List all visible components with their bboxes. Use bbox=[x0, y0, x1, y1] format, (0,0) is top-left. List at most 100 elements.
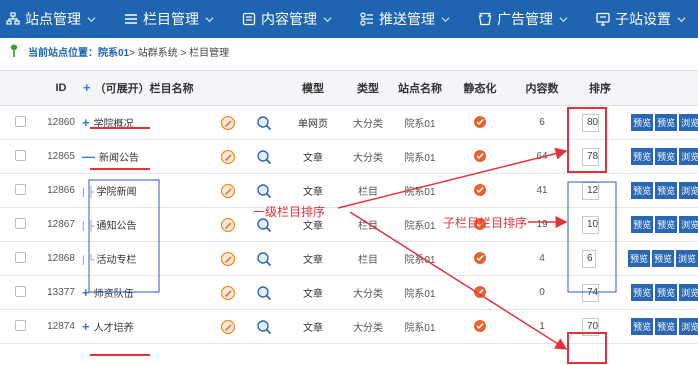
sort-input[interactable]: 80 bbox=[582, 113, 600, 132]
action-button[interactable]: 预览 bbox=[655, 182, 678, 199]
row-name[interactable]: — 新闻公告 bbox=[82, 139, 210, 174]
row-site[interactable]: 院系01 bbox=[392, 105, 448, 140]
edit-icon[interactable] bbox=[220, 115, 236, 131]
search-icon[interactable] bbox=[256, 149, 272, 165]
row-checkbox[interactable] bbox=[14, 217, 26, 229]
row-view[interactable] bbox=[246, 241, 282, 276]
row-site[interactable]: 院系01 bbox=[392, 275, 448, 310]
row-select[interactable] bbox=[0, 275, 40, 310]
row-site[interactable]: 院系01 bbox=[392, 309, 448, 344]
nav-push-management[interactable]: 推送管理 bbox=[360, 9, 450, 29]
action-button[interactable]: 浏览 bbox=[679, 318, 698, 335]
row-site[interactable]: 院系01 bbox=[392, 241, 448, 276]
action-button[interactable]: 预览 bbox=[655, 148, 678, 165]
sort-input[interactable]: 74 bbox=[582, 283, 600, 302]
row-edit[interactable] bbox=[210, 275, 246, 310]
edit-icon[interactable] bbox=[220, 183, 236, 199]
row-select[interactable] bbox=[0, 207, 40, 242]
row-select[interactable] bbox=[0, 105, 40, 140]
row-edit[interactable] bbox=[210, 139, 246, 174]
row-view[interactable] bbox=[246, 309, 282, 344]
row-edit[interactable] bbox=[210, 309, 246, 344]
action-button[interactable]: 预览 bbox=[631, 318, 654, 335]
row-view[interactable] bbox=[246, 275, 282, 310]
action-button[interactable]: 预览 bbox=[655, 284, 678, 301]
row-name[interactable]: + 学院概况 bbox=[82, 105, 210, 140]
expand-icon[interactable]: + bbox=[82, 285, 90, 300]
nav-subsite-settings[interactable]: 子站设置 bbox=[596, 9, 686, 29]
row-view[interactable] bbox=[246, 105, 282, 140]
action-button[interactable]: 浏览 bbox=[679, 182, 698, 199]
column-name[interactable]: 通知公告 bbox=[96, 221, 136, 232]
row-name[interactable]: + 人才培养 bbox=[82, 309, 210, 344]
edit-icon[interactable] bbox=[220, 285, 236, 301]
row-select[interactable] bbox=[0, 173, 40, 208]
action-button[interactable]: 浏览 bbox=[679, 216, 698, 233]
expand-icon[interactable]: + bbox=[82, 115, 90, 130]
sort-input[interactable]: 78 bbox=[582, 147, 600, 166]
action-button[interactable]: 预览 bbox=[631, 216, 654, 233]
row-site[interactable]: 院系01 bbox=[392, 139, 448, 174]
action-button[interactable]: 预览 bbox=[655, 216, 678, 233]
expand-icon[interactable]: + bbox=[82, 319, 90, 334]
edit-icon[interactable] bbox=[220, 251, 236, 267]
row-edit[interactable] bbox=[210, 241, 246, 276]
column-name[interactable]: 师资队伍 bbox=[94, 289, 134, 300]
search-icon[interactable] bbox=[256, 251, 272, 267]
column-name[interactable]: 学院新闻 bbox=[96, 187, 136, 198]
nav-content-management[interactable]: 内容管理 bbox=[242, 9, 332, 29]
expand-all-icon[interactable]: + bbox=[83, 80, 91, 95]
action-button[interactable]: 预览 bbox=[651, 250, 674, 267]
row-name[interactable]: | └ 活动专栏 bbox=[82, 241, 210, 276]
header-name[interactable]: + （可展开）栏目名称 bbox=[82, 70, 210, 106]
row-checkbox[interactable] bbox=[14, 285, 26, 297]
search-icon[interactable] bbox=[256, 183, 272, 199]
nav-column-management[interactable]: 栏目管理 bbox=[124, 9, 214, 29]
search-icon[interactable] bbox=[256, 319, 272, 335]
row-checkbox[interactable] bbox=[14, 183, 26, 195]
column-name[interactable]: 人才培养 bbox=[94, 323, 134, 334]
action-button[interactable]: 预览 bbox=[631, 284, 654, 301]
nav-site-management[interactable]: 站点管理 bbox=[6, 9, 96, 29]
action-button[interactable]: 浏览 bbox=[679, 284, 698, 301]
sort-input[interactable]: 10 bbox=[582, 215, 600, 234]
action-button[interactable]: 浏览 bbox=[679, 114, 698, 131]
collapse-icon[interactable]: — bbox=[82, 149, 95, 164]
row-edit[interactable] bbox=[210, 105, 246, 140]
row-edit[interactable] bbox=[210, 173, 246, 208]
action-button[interactable]: 预览 bbox=[631, 114, 654, 131]
edit-icon[interactable] bbox=[220, 149, 236, 165]
row-site[interactable]: 院系01 bbox=[392, 207, 448, 242]
search-icon[interactable] bbox=[256, 115, 272, 131]
sort-input[interactable]: 12 bbox=[582, 181, 600, 200]
action-button[interactable]: 预览 bbox=[655, 114, 678, 131]
row-checkbox[interactable] bbox=[14, 251, 26, 263]
sort-input[interactable]: 6 bbox=[582, 249, 596, 268]
row-checkbox[interactable] bbox=[14, 149, 26, 161]
action-button[interactable]: 预览 bbox=[655, 318, 678, 335]
column-name[interactable]: 新闻公告 bbox=[99, 153, 139, 164]
row-checkbox[interactable] bbox=[14, 115, 26, 127]
column-name[interactable]: 学院概况 bbox=[94, 119, 134, 130]
row-select[interactable] bbox=[0, 241, 40, 276]
sort-input[interactable]: 70 bbox=[582, 317, 600, 336]
row-edit[interactable] bbox=[210, 207, 246, 242]
edit-icon[interactable] bbox=[220, 217, 236, 233]
row-name[interactable]: + 师资队伍 bbox=[82, 275, 210, 310]
edit-icon[interactable] bbox=[220, 319, 236, 335]
search-icon[interactable] bbox=[256, 285, 272, 301]
action-button[interactable]: 浏览 bbox=[679, 148, 698, 165]
action-button[interactable]: 浏览 bbox=[675, 250, 698, 267]
nav-ad-management[interactable]: 广告管理 bbox=[478, 9, 568, 29]
row-checkbox[interactable] bbox=[14, 319, 26, 331]
row-select[interactable] bbox=[0, 309, 40, 344]
row-view[interactable] bbox=[246, 139, 282, 174]
row-name[interactable]: | ├ 通知公告 bbox=[82, 207, 210, 242]
row-select[interactable] bbox=[0, 139, 40, 174]
row-site[interactable]: 院系01 bbox=[392, 173, 448, 208]
action-button[interactable]: 预览 bbox=[631, 182, 654, 199]
action-button[interactable]: 预览 bbox=[631, 148, 654, 165]
action-button[interactable]: 预览 bbox=[627, 250, 650, 267]
row-name[interactable]: | ├ 学院新闻 bbox=[82, 173, 210, 208]
column-name[interactable]: 活动专栏 bbox=[96, 255, 136, 266]
